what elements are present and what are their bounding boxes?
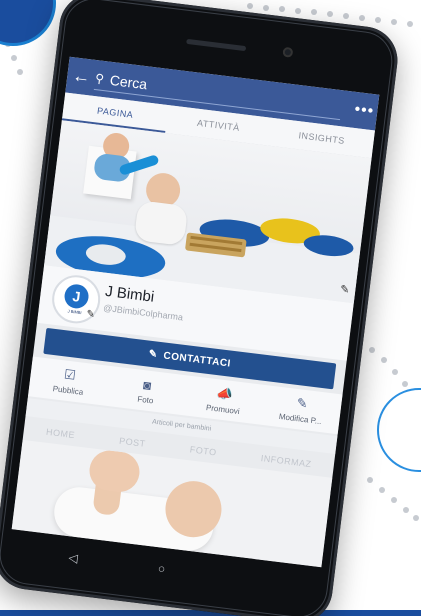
cover-photo[interactable]: ✎ — [44, 120, 372, 304]
baby-head-lying — [162, 477, 225, 541]
avatar[interactable]: J J BIMBI — [49, 272, 103, 327]
cover-floor — [44, 215, 360, 304]
blue-mat-center — [84, 242, 127, 267]
action-row: ☑ Pubblica ◙ Foto 📣 Promuovi ✎ Modifica … — [28, 356, 343, 435]
system-nav-bar: ◁ ○ — [7, 535, 320, 603]
top-bar: ← ⚲ ••• — [65, 56, 380, 131]
baby-body-lying — [51, 484, 217, 554]
page-tabs: PAGINA ATTIVITÀ INSIGHTS — [61, 92, 375, 160]
page-category: Articoli per bambini — [25, 398, 338, 455]
publish-button[interactable]: ☑ Pubblica — [28, 356, 110, 405]
pencil-icon: ✎ — [148, 348, 159, 361]
avatar-logo: J — [63, 282, 90, 310]
promote-button[interactable]: 📣 Promuovi — [183, 375, 265, 424]
megaphone-icon: 📣 — [215, 385, 234, 403]
edit-page-label: Modifica P... — [278, 411, 323, 427]
page-nav-post[interactable]: POST — [119, 436, 147, 449]
page-nav-info[interactable]: INFORMAZ — [260, 453, 312, 469]
blue-mat — [53, 230, 168, 284]
child-head — [101, 131, 131, 161]
post-photo[interactable] — [11, 439, 333, 568]
back-nav-icon[interactable]: ◁ — [68, 550, 79, 565]
camera-icon: ◙ — [142, 376, 153, 393]
baby-head — [144, 171, 183, 210]
tab-pagina[interactable]: PAGINA — [61, 92, 169, 133]
profile-header: J J BIMBI ✎ J Bimbi @JBimbiColpharma — [37, 265, 354, 361]
baby-feet — [87, 448, 142, 495]
front-camera — [282, 46, 294, 58]
speaker-grille — [186, 38, 247, 52]
baby-leg — [92, 473, 123, 517]
page-nav-home[interactable]: HOME — [46, 427, 76, 440]
contact-button-label: CONTATTACI — [162, 349, 232, 370]
photo-button[interactable]: ◙ Foto — [105, 366, 187, 415]
arrow-left-icon[interactable]: ← — [66, 64, 96, 88]
child-body — [93, 152, 132, 183]
avatar-logo-text: J BIMBI — [67, 308, 82, 316]
search-icon: ⚲ — [94, 70, 105, 86]
edit-avatar-icon[interactable]: ✎ — [86, 309, 96, 321]
contact-button[interactable]: ✎ CONTATTACI — [43, 327, 337, 390]
scene: ← ⚲ ••• PAGINA ATTIVITÀ INSIGHTS — [0, 0, 421, 616]
home-nav-icon[interactable]: ○ — [157, 561, 166, 576]
promote-label: Promuovi — [205, 402, 241, 417]
search-bar[interactable]: ⚲ — [93, 66, 343, 120]
cushion-blue-2 — [302, 232, 355, 259]
page-nav: HOME POST FOTO INFORMAZ — [23, 418, 335, 478]
edit-page-button[interactable]: ✎ Modifica P... — [260, 385, 342, 434]
facebook-page-screen: ← ⚲ ••• PAGINA ATTIVITÀ INSIGHTS — [11, 56, 380, 568]
toy-xylophone — [184, 232, 247, 258]
tab-attivita[interactable]: ATTIVITÀ — [165, 105, 272, 145]
more-icon[interactable]: ••• — [350, 101, 378, 122]
cushion-yellow — [258, 215, 322, 247]
page-nav-foto[interactable]: FOTO — [189, 444, 217, 457]
baby-body — [133, 200, 189, 247]
search-input[interactable] — [106, 70, 272, 108]
page-title: J Bimbi — [104, 282, 156, 306]
tab-insights[interactable]: INSIGHTS — [268, 118, 375, 158]
edit-cover-icon[interactable]: ✎ — [339, 282, 350, 296]
cushion-blue — [198, 215, 271, 251]
white-cube — [83, 145, 137, 200]
compose-icon: ☑ — [63, 366, 77, 383]
publish-label: Pubblica — [52, 384, 84, 397]
pencil-icon: ✎ — [295, 395, 309, 412]
page-handle: @JBimbiColpharma — [102, 302, 184, 323]
toy-guitar — [118, 154, 160, 176]
photo-label: Foto — [136, 394, 154, 405]
